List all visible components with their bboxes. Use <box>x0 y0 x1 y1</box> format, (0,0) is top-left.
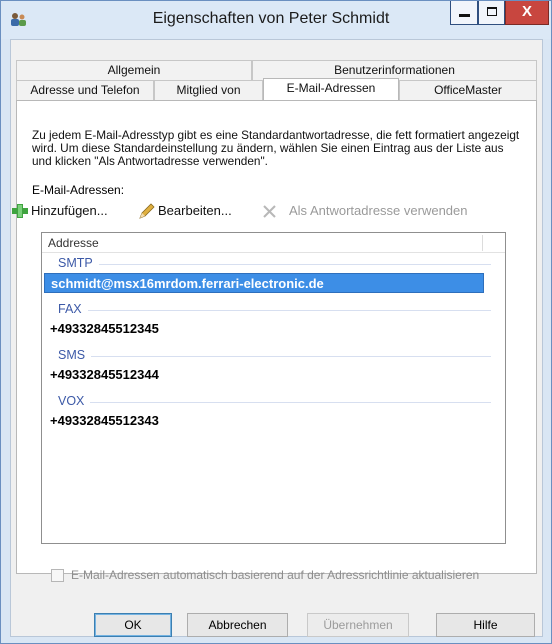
minimize-icon <box>459 14 470 17</box>
list-item-smtp[interactable]: schmidt@msx16mrdom.ferrari-electronic.de <box>44 273 484 293</box>
ok-button[interactable]: OK <box>94 613 172 637</box>
close-button[interactable]: X <box>505 1 549 25</box>
auto-update-checkbox-row[interactable]: E-Mail-Adressen automatisch basierend au… <box>51 568 521 584</box>
edit-label: Bearbeiten... <box>158 203 232 218</box>
group-header-smtp: SMTP <box>42 253 505 273</box>
properties-dialog: Eigenschaften von Peter Schmidt X Allgem… <box>0 0 552 644</box>
set-reply-address-button[interactable]: Als Antwortadresse verwenden <box>261 201 501 221</box>
help-button[interactable]: Hilfe <box>436 613 535 637</box>
users-icon <box>11 13 26 26</box>
email-addresses-label: E-Mail-Adressen: <box>32 183 125 197</box>
close-icon: X <box>521 3 532 20</box>
apply-button[interactable]: Übernehmen <box>307 613 409 637</box>
disabled-x-icon <box>263 205 276 218</box>
tab-row-1: Allgemein Benutzerinformationen <box>16 60 537 80</box>
group-label-vox: VOX <box>58 394 91 408</box>
list-header: Addresse <box>42 233 505 253</box>
maximize-icon <box>487 7 497 16</box>
minimize-button[interactable] <box>450 1 478 25</box>
group-header-fax: FAX <box>42 299 505 319</box>
add-label: Hinzufügen... <box>31 203 108 218</box>
window-title: Eigenschaften von Peter Schmidt <box>152 10 390 27</box>
auto-update-label: E-Mail-Adressen automatisch basierend au… <box>71 568 480 582</box>
auto-update-checkbox[interactable] <box>51 569 64 582</box>
tab-mitglied-von[interactable]: Mitglied von <box>154 80 263 100</box>
email-address-list[interactable]: Addresse SMTP schmidt@msx16mrdom.ferrari… <box>41 232 506 544</box>
pencil-icon <box>139 203 155 219</box>
dialog-client-area: Allgemein Benutzerinformationen Adresse … <box>10 39 543 637</box>
group-label-sms: SMS <box>58 348 92 362</box>
tab-officemaster[interactable]: OfficeMaster <box>399 80 537 100</box>
tab-benutzerinformationen[interactable]: Benutzerinformationen <box>252 60 537 80</box>
add-icon <box>12 204 28 218</box>
tab-email-adressen[interactable]: E-Mail-Adressen <box>263 78 399 100</box>
list-item-sms[interactable]: +49332845512344 <box>44 365 484 385</box>
list-item-fax[interactable]: +49332845512345 <box>44 319 484 339</box>
maximize-button[interactable] <box>478 1 505 25</box>
group-label-fax: FAX <box>58 302 88 316</box>
address-toolbar: Hinzufügen... Bearbeiten... Als Antworta… <box>11 201 501 221</box>
column-separator[interactable] <box>482 235 483 251</box>
description-text: Zu jedem E-Mail-Adresstyp gibt es eine S… <box>32 128 520 168</box>
list-item-vox[interactable]: +49332845512343 <box>44 411 484 431</box>
column-header-address[interactable]: Addresse <box>48 236 99 250</box>
set-reply-address-label: Als Antwortadresse verwenden <box>289 203 468 218</box>
group-header-sms: SMS <box>42 345 505 365</box>
tab-row-2: Adresse und Telefon Mitglied von E-Mail-… <box>16 78 537 100</box>
group-header-vox: VOX <box>42 391 505 411</box>
edit-button[interactable]: Bearbeiten... <box>138 201 250 221</box>
title-bar[interactable]: Eigenschaften von Peter Schmidt X <box>1 1 551 39</box>
tab-allgemein[interactable]: Allgemein <box>16 60 252 80</box>
add-button[interactable]: Hinzufügen... <box>11 201 133 221</box>
tab-adresse-und-telefon[interactable]: Adresse und Telefon <box>16 80 154 100</box>
cancel-button[interactable]: Abbrechen <box>187 613 288 637</box>
group-label-smtp: SMTP <box>58 256 99 270</box>
